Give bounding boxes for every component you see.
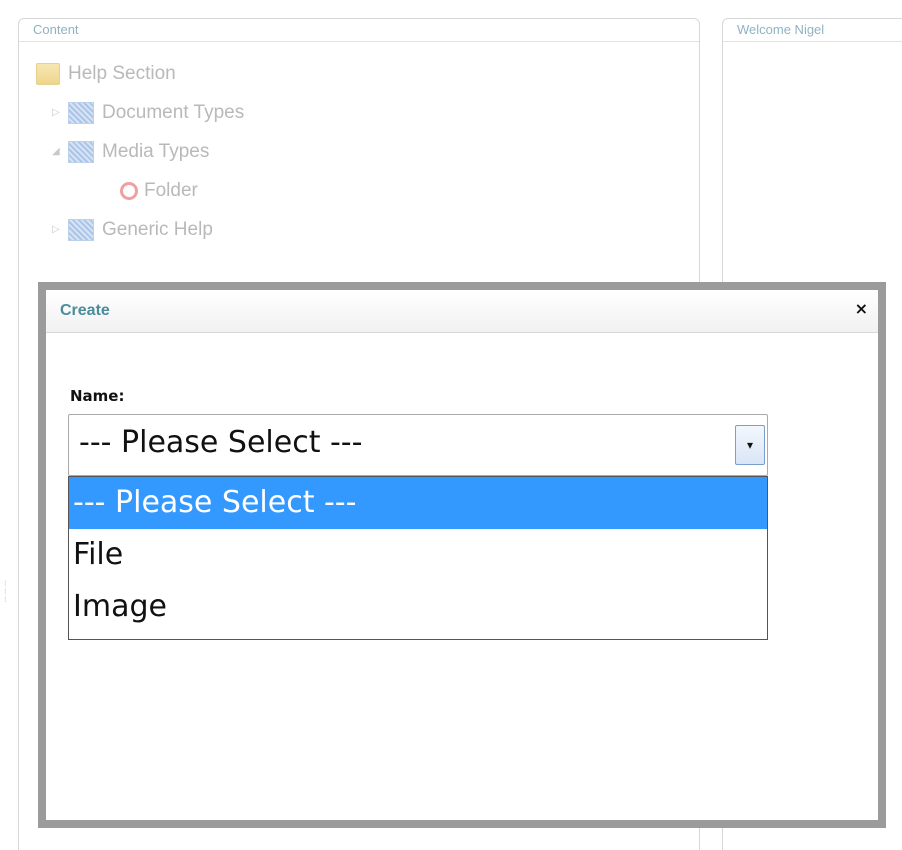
page: Content Welcome Nigel Help Section ▷ Doc…	[0, 0, 902, 850]
create-dialog: Create × Name: --- Please Select --- ▾ -…	[38, 282, 886, 828]
tree-node-help-section[interactable]: Help Section	[22, 54, 244, 93]
select-dropdown-list: --- Please Select --- File Image	[68, 476, 768, 640]
name-select[interactable]: --- Please Select --- ▾	[68, 414, 768, 476]
chevron-down-icon[interactable]: ▾	[735, 425, 765, 465]
document-type-icon	[68, 218, 94, 241]
tree-node-label: Generic Help	[102, 218, 213, 240]
document-type-icon	[68, 101, 94, 124]
dropdown-option[interactable]: --- Please Select ---	[69, 477, 767, 529]
dropdown-option[interactable]: File	[69, 529, 767, 581]
expand-arrow-icon[interactable]: ▷	[52, 224, 68, 235]
tree-node-label: Media Types	[102, 140, 210, 162]
splitter-handle[interactable]: ⁞ ⁞ ⁞	[4, 580, 10, 620]
document-type-icon	[68, 140, 94, 163]
tree-node-folder[interactable]: Folder	[22, 171, 244, 210]
welcome-panel-header: Welcome Nigel	[723, 19, 902, 42]
tree-node-generic-help[interactable]: ▷ Generic Help	[22, 210, 244, 249]
collapse-arrow-icon[interactable]: ◢	[52, 146, 68, 157]
content-panel-header: Content	[19, 19, 699, 42]
dropdown-option[interactable]: Image	[69, 581, 767, 633]
create-dialog-body: Create × Name: --- Please Select --- ▾ -…	[46, 290, 878, 820]
content-tree: Help Section ▷ Document Types ◢ Media Ty…	[22, 54, 244, 249]
close-icon[interactable]: ×	[855, 299, 868, 318]
tree-node-label: Document Types	[102, 101, 245, 123]
folder-icon	[36, 62, 60, 85]
media-folder-icon	[120, 181, 138, 200]
select-value: --- Please Select ---	[79, 425, 363, 460]
tree-node-media-types[interactable]: ◢ Media Types	[22, 132, 244, 171]
tree-node-document-types[interactable]: ▷ Document Types	[22, 93, 244, 132]
tree-node-label: Help Section	[68, 62, 176, 84]
dialog-title: Create	[46, 290, 878, 333]
expand-arrow-icon[interactable]: ▷	[52, 107, 68, 118]
name-label: Name:	[70, 387, 125, 405]
tree-node-label: Folder	[144, 179, 198, 201]
